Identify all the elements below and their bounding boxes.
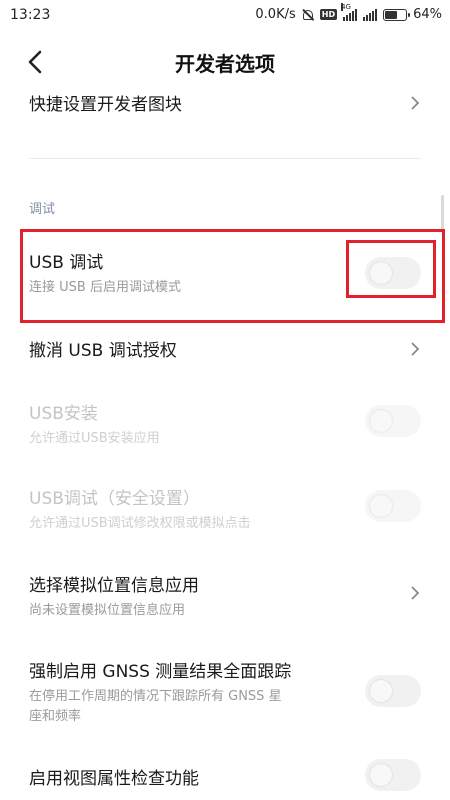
battery-icon [383,8,411,21]
gnss-title: 强制启用 GNSS 测量结果全面跟踪 [29,662,292,682]
page-title: 开发者选项 [175,52,275,76]
app-header: 开发者选项 [0,34,450,94]
mock-location-subtitle: 尚未设置模拟位置信息应用 [29,603,186,618]
toggle-knob [370,410,392,432]
battery-fill [385,10,397,19]
chevron-right-icon [410,585,420,600]
gnss-item[interactable]: 强制启用 GNSS 测量结果全面跟踪 在停用工作周期的情况下跟踪所有 GNSS … [0,653,450,733]
toggle-knob [370,764,392,786]
network-speed: 0.0K/s [255,7,296,22]
divider [29,158,421,159]
status-bar: 13:23 0.0K/s HD 4G 64% [0,0,450,34]
signal-icon [363,8,378,21]
gnss-subtitle-line2: 座和频率 [29,709,82,724]
scrollbar[interactable] [441,195,444,231]
hd-icon: HD [319,9,338,20]
usb-install-title: USB安装 [29,404,98,424]
usb-debug-secure-toggle[interactable] [365,490,421,522]
gnss-subtitle-line1: 在停用工作周期的情况下跟踪所有 GNSS 星 [29,689,282,704]
revoke-usb-title: 撤消 USB 调试授权 [29,341,177,361]
chevron-right-icon [410,341,420,356]
quick-tiles-item[interactable]: 快捷设置开发者图块 [0,88,450,118]
network-type-label: 4G [341,2,351,11]
view-attr-title: 启用视图属性检查功能 [29,769,199,789]
chevron-right-icon [410,95,420,110]
settings-list[interactable]: 快捷设置开发者图块 调试 USB 调试 连接 USB 后启用调试模式 撤消 US… [0,88,450,800]
mock-location-item[interactable]: 选择模拟位置信息应用 尚未设置模拟位置信息应用 [0,565,450,625]
usb-install-item[interactable]: USB安装 允许通过USB安装应用 [0,393,450,453]
section-label-debug: 调试 [29,202,56,217]
usb-debug-secure-title: USB调试（安全设置） [29,489,200,509]
revoke-usb-item[interactable]: 撤消 USB 调试授权 [0,328,450,368]
mock-location-title: 选择模拟位置信息应用 [29,576,199,596]
view-attr-item[interactable]: 启用视图属性检查功能 [0,756,450,800]
toggle-knob [370,495,392,517]
mute-bell-icon [302,9,314,21]
view-attr-toggle[interactable] [365,759,421,791]
usb-debug-secure-item[interactable]: USB调试（安全设置） 允许通过USB调试修改权限或模拟点击 [0,478,450,538]
signal-icon: 4G [341,2,358,21]
status-time: 13:23 [10,7,51,23]
gnss-toggle[interactable] [365,675,421,707]
status-icons: 0.0K/s HD 4G 64% [255,2,442,22]
toggle-knob [370,680,392,702]
quick-tiles-title: 快捷设置开发者图块 [29,95,182,115]
highlight-box-toggle [346,240,436,298]
battery-percent: 64% [413,7,442,22]
usb-install-subtitle: 允许通过USB安装应用 [29,431,160,446]
usb-install-toggle[interactable] [365,405,421,437]
usb-debug-secure-subtitle: 允许通过USB调试修改权限或模拟点击 [29,516,251,531]
